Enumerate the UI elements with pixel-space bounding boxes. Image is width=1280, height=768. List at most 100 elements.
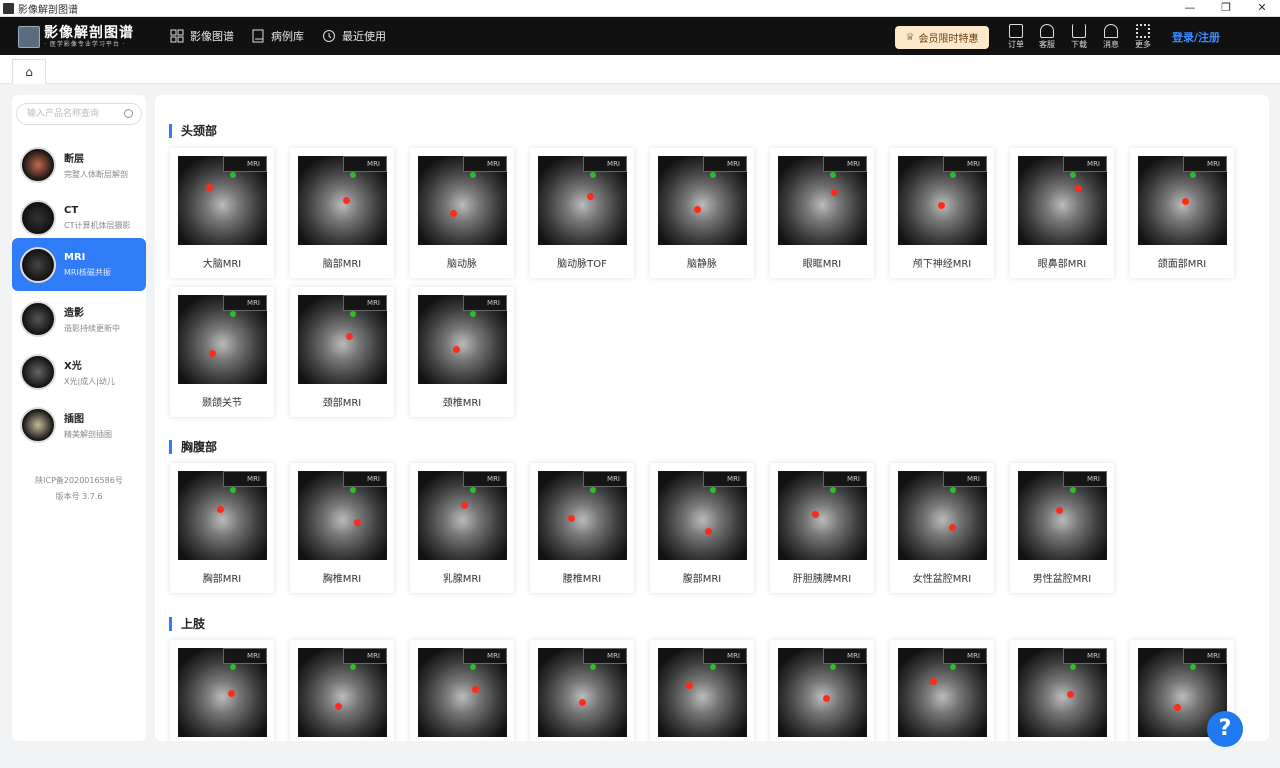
atlas-card[interactable]: MRI bbox=[170, 640, 274, 741]
atlas-card[interactable]: MRI 胸椎MRI bbox=[290, 463, 394, 593]
atlas-card[interactable]: MRI bbox=[1010, 640, 1114, 741]
red-pin-icon bbox=[335, 703, 342, 710]
category-item[interactable]: CT CT计算机体层摄影 bbox=[12, 191, 146, 244]
bell-icon bbox=[1104, 24, 1118, 38]
window-titlebar: 影像解剖图谱 — ❐ ✕ bbox=[0, 0, 1280, 17]
card-label: 胸部MRI bbox=[202, 574, 242, 585]
red-pin-icon bbox=[938, 202, 945, 209]
atlas-card[interactable]: MRI bbox=[770, 640, 874, 741]
nav-cases[interactable]: 病例库 bbox=[251, 27, 304, 45]
atlas-card[interactable]: MRI bbox=[650, 640, 754, 741]
search-input[interactable]: 输入产品名称查询 bbox=[16, 103, 142, 125]
atlas-card[interactable]: MRI 乳腺MRI bbox=[410, 463, 514, 593]
category-subtitle: X光|成人|幼儿 bbox=[64, 376, 115, 386]
atlas-card[interactable]: MRI 腹部MRI bbox=[650, 463, 754, 593]
atlas-card[interactable]: MRI 颈椎MRI bbox=[410, 287, 514, 417]
category-subtitle: MRI核磁共振 bbox=[64, 267, 111, 277]
atlas-card[interactable]: MRI 脑部MRI bbox=[290, 148, 394, 278]
category-item[interactable]: 造影 造影持续更新中 bbox=[12, 292, 146, 345]
mri-tag: MRI bbox=[1063, 648, 1107, 664]
red-pin-icon bbox=[1075, 185, 1082, 192]
window-title: 影像解剖图谱 bbox=[18, 4, 78, 16]
card-label: 脑动脉TOF bbox=[557, 259, 607, 270]
red-pin-icon bbox=[686, 682, 693, 689]
atlas-card[interactable]: MRI 男性盆腔MRI bbox=[1010, 463, 1114, 593]
mri-thumbnail: MRI bbox=[898, 648, 987, 737]
mri-thumbnail: MRI bbox=[658, 471, 747, 560]
nav-atlas[interactable]: 影像图谱 bbox=[170, 27, 234, 45]
red-pin-icon bbox=[450, 210, 457, 217]
close-button[interactable]: ✕ bbox=[1244, 0, 1280, 17]
red-pin-icon bbox=[949, 524, 956, 531]
order-label: 订单 bbox=[1008, 40, 1024, 49]
home-tab[interactable]: ⌂ bbox=[12, 59, 46, 84]
green-pin-icon bbox=[230, 311, 236, 317]
download-button[interactable]: 下载 bbox=[1067, 24, 1091, 50]
atlas-card[interactable]: MRI 腰椎MRI bbox=[530, 463, 634, 593]
atlas-card[interactable]: MRI bbox=[890, 640, 994, 741]
atlas-card[interactable]: MRI 颅下神经MRI bbox=[890, 148, 994, 278]
red-pin-icon bbox=[568, 515, 575, 522]
red-pin-icon bbox=[346, 333, 353, 340]
login-register-link[interactable]: 登录/注册 bbox=[1172, 29, 1220, 45]
atlas-card[interactable]: MRI 颈部MRI bbox=[290, 287, 394, 417]
order-button[interactable]: 订单 bbox=[1004, 24, 1028, 50]
atlas-card[interactable]: MRI 脑静脉 bbox=[650, 148, 754, 278]
atlas-card[interactable]: MRI 眼眶MRI bbox=[770, 148, 874, 278]
red-pin-icon bbox=[343, 197, 350, 204]
category-sidebar: 输入产品名称查询 断层 完整人体断层解剖 CT CT计算机体层摄影 MRI MRI核磁共振… bbox=[12, 95, 146, 741]
category-item[interactable]: X光 X光|成人|幼儿 bbox=[12, 345, 146, 398]
category-title: MRI bbox=[64, 251, 86, 263]
search-icon[interactable] bbox=[124, 109, 133, 118]
more-button[interactable]: 更多 bbox=[1131, 24, 1155, 50]
atlas-card[interactable]: MRI 大脑MRI bbox=[170, 148, 274, 278]
atlas-card[interactable]: MRI 胸部MRI bbox=[170, 463, 274, 593]
help-button[interactable]: ? bbox=[1207, 711, 1243, 747]
atlas-card[interactable]: MRI 颞颌关节 bbox=[170, 287, 274, 417]
mri-thumbnail: MRI bbox=[658, 648, 747, 737]
green-pin-icon bbox=[590, 664, 596, 670]
atlas-card[interactable]: MRI 女性盆腔MRI bbox=[890, 463, 994, 593]
green-pin-icon bbox=[830, 172, 836, 178]
atlas-card[interactable]: MRI 肝胆胰脾MRI bbox=[770, 463, 874, 593]
restore-button[interactable]: ❐ bbox=[1208, 0, 1244, 17]
vip-offer-button[interactable]: ♕ 会员限时特惠 bbox=[895, 26, 989, 49]
mri-thumbnail: MRI bbox=[298, 471, 387, 560]
mri-tag: MRI bbox=[343, 295, 387, 311]
nav-recent[interactable]: 最近使用 bbox=[322, 27, 386, 45]
red-pin-icon bbox=[930, 678, 937, 685]
category-title: X光 bbox=[64, 360, 82, 372]
apps-icon bbox=[1136, 24, 1150, 38]
card-label: 颌面部MRI bbox=[1157, 259, 1207, 270]
atlas-card[interactable]: MRI bbox=[290, 640, 394, 741]
atlas-card[interactable]: MRI 眼鼻部MRI bbox=[1010, 148, 1114, 278]
nav-cases-label: 病例库 bbox=[271, 30, 304, 43]
category-item[interactable]: MRI MRI核磁共振 bbox=[12, 238, 146, 291]
mri-thumbnail: MRI bbox=[298, 156, 387, 245]
icp-number[interactable]: 陕ICP备2020016586号 bbox=[12, 473, 146, 489]
green-pin-icon bbox=[1190, 664, 1196, 670]
atlas-card[interactable]: MRI bbox=[410, 640, 514, 741]
mri-tag: MRI bbox=[223, 648, 267, 664]
red-pin-icon bbox=[472, 686, 479, 693]
minimize-button[interactable]: — bbox=[1172, 0, 1208, 17]
mri-thumbnail: MRI bbox=[178, 471, 267, 560]
mri-tag: MRI bbox=[943, 156, 987, 172]
red-pin-icon bbox=[453, 346, 460, 353]
atlas-card[interactable]: MRI bbox=[530, 640, 634, 741]
red-pin-icon bbox=[812, 511, 819, 518]
atlas-card[interactable]: MRI 颌面部MRI bbox=[1130, 148, 1234, 278]
green-pin-icon bbox=[710, 487, 716, 493]
download-label: 下载 bbox=[1071, 40, 1087, 49]
category-item[interactable]: 断层 完整人体断层解剖 bbox=[12, 138, 146, 191]
service-button[interactable]: 客服 bbox=[1035, 24, 1059, 50]
app-logo[interactable]: 影像解剖图谱 · 医学影像专业学习平台 · bbox=[18, 22, 138, 51]
message-button[interactable]: 消息 bbox=[1099, 24, 1123, 50]
footer-info: 陕ICP备2020016586号 版本号 3.7.6 bbox=[12, 473, 146, 505]
red-pin-icon bbox=[705, 528, 712, 535]
red-pin-icon bbox=[1067, 691, 1074, 698]
atlas-card[interactable]: MRI 脑动脉TOF bbox=[530, 148, 634, 278]
atlas-card[interactable]: MRI 脑动脉 bbox=[410, 148, 514, 278]
category-item[interactable]: 插图 精美解剖插图 bbox=[12, 398, 146, 451]
category-thumbnail bbox=[20, 406, 56, 443]
